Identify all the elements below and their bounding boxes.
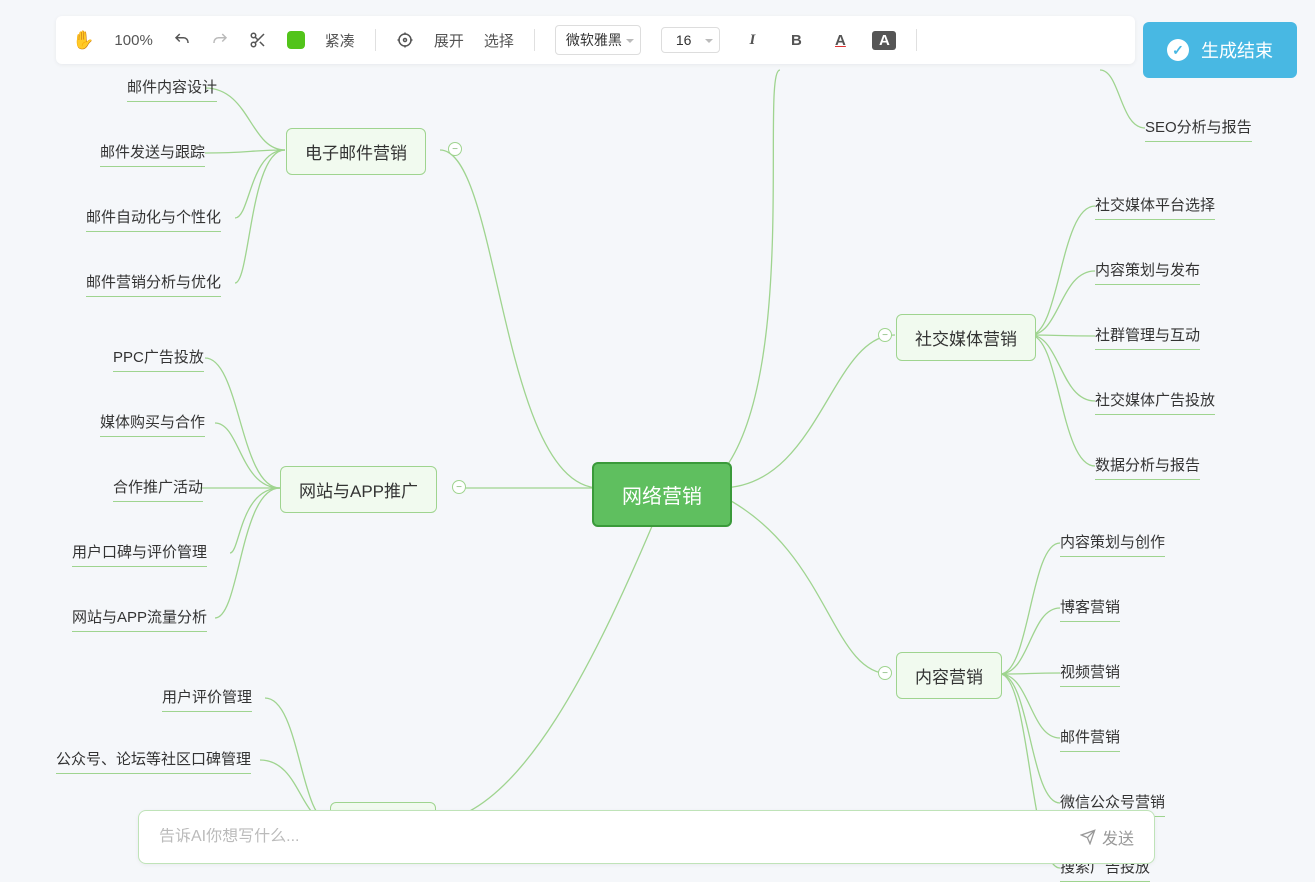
collapse-toggle[interactable]: − xyxy=(878,666,892,680)
leaf-node[interactable]: 用户口碑与评价管理 xyxy=(72,541,207,567)
font-size-select[interactable]: 16 xyxy=(661,27,721,53)
leaf-node[interactable]: 博客营销 xyxy=(1060,596,1120,622)
italic-button[interactable]: I xyxy=(740,32,764,49)
pan-hand-icon[interactable]: ✋ xyxy=(72,30,94,51)
toolbar: ✋ 100% 紧凑 展开 选择 微软雅黑 16 I B A A xyxy=(56,16,1135,64)
branch-node[interactable]: 内容营销 xyxy=(896,652,1002,699)
leaf-node[interactable]: 视频营销 xyxy=(1060,661,1120,687)
theme-color-swatch[interactable] xyxy=(287,31,305,49)
cut-button[interactable] xyxy=(249,31,267,49)
leaf-node[interactable]: 邮件营销 xyxy=(1060,726,1120,752)
divider xyxy=(375,29,376,51)
undo-button[interactable] xyxy=(173,31,191,49)
expand-button[interactable]: 展开 xyxy=(434,30,464,51)
mindmap-root[interactable]: 网络营销 xyxy=(592,462,732,527)
mindmap-canvas[interactable]: 网络营销 电子邮件营销 − 邮件内容设计 邮件发送与跟踪 邮件自动化与个性化 邮… xyxy=(0,0,1315,882)
font-family-select[interactable]: 微软雅黑 xyxy=(555,25,641,55)
leaf-node[interactable]: 合作推广活动 xyxy=(113,476,203,502)
bold-button[interactable]: B xyxy=(784,32,808,49)
leaf-node[interactable]: 社交媒体广告投放 xyxy=(1095,389,1215,415)
collapse-toggle[interactable]: − xyxy=(878,328,892,342)
leaf-node[interactable]: SEO分析与报告 xyxy=(1145,116,1252,142)
leaf-node[interactable]: 邮件发送与跟踪 xyxy=(100,141,205,167)
divider xyxy=(916,29,917,51)
send-label: 发送 xyxy=(1102,825,1134,849)
leaf-node[interactable]: 邮件自动化与个性化 xyxy=(86,206,221,232)
leaf-node[interactable]: PPC广告投放 xyxy=(113,346,204,372)
leaf-node[interactable]: 数据分析与报告 xyxy=(1095,454,1200,480)
target-icon xyxy=(396,31,414,49)
ai-chat-bar: 发送 xyxy=(138,810,1155,864)
zoom-level[interactable]: 100% xyxy=(114,32,152,49)
branch-node[interactable]: 电子邮件营销 xyxy=(286,128,426,175)
leaf-node[interactable]: 社群管理与互动 xyxy=(1095,324,1200,350)
branch-node[interactable]: 社交媒体营销 xyxy=(896,314,1036,361)
leaf-node[interactable]: 内容策划与创作 xyxy=(1060,531,1165,557)
leaf-node[interactable]: 公众号、论坛等社区口碑管理 xyxy=(56,748,251,774)
scissors-icon xyxy=(249,31,267,49)
branch-node[interactable]: 网站与APP推广 xyxy=(280,466,437,513)
layout-mode[interactable]: 紧凑 xyxy=(325,30,355,51)
divider xyxy=(534,29,535,51)
send-button[interactable]: 发送 xyxy=(1080,825,1134,849)
send-icon xyxy=(1080,829,1096,845)
redo-button[interactable] xyxy=(211,31,229,49)
collapse-toggle[interactable]: − xyxy=(448,142,462,156)
redo-icon xyxy=(211,31,229,49)
leaf-node[interactable]: 用户评价管理 xyxy=(162,686,252,712)
check-icon: ✓ xyxy=(1167,39,1189,61)
center-button[interactable] xyxy=(396,31,414,49)
generate-complete-button[interactable]: ✓ 生成结束 xyxy=(1143,22,1297,78)
ai-chat-input[interactable] xyxy=(159,828,1080,846)
leaf-node[interactable]: 邮件内容设计 xyxy=(127,76,217,102)
highlight-button[interactable]: A xyxy=(872,31,896,50)
leaf-node[interactable]: 社交媒体平台选择 xyxy=(1095,194,1215,220)
leaf-node[interactable]: 内容策划与发布 xyxy=(1095,259,1200,285)
leaf-node[interactable]: 媒体购买与合作 xyxy=(100,411,205,437)
undo-icon xyxy=(173,31,191,49)
select-button[interactable]: 选择 xyxy=(484,30,514,51)
leaf-node[interactable]: 邮件营销分析与优化 xyxy=(86,271,221,297)
leaf-node[interactable]: 网站与APP流量分析 xyxy=(72,606,207,632)
collapse-toggle[interactable]: − xyxy=(452,480,466,494)
generate-label: 生成结束 xyxy=(1201,37,1273,63)
font-color-button[interactable]: A xyxy=(828,32,852,49)
